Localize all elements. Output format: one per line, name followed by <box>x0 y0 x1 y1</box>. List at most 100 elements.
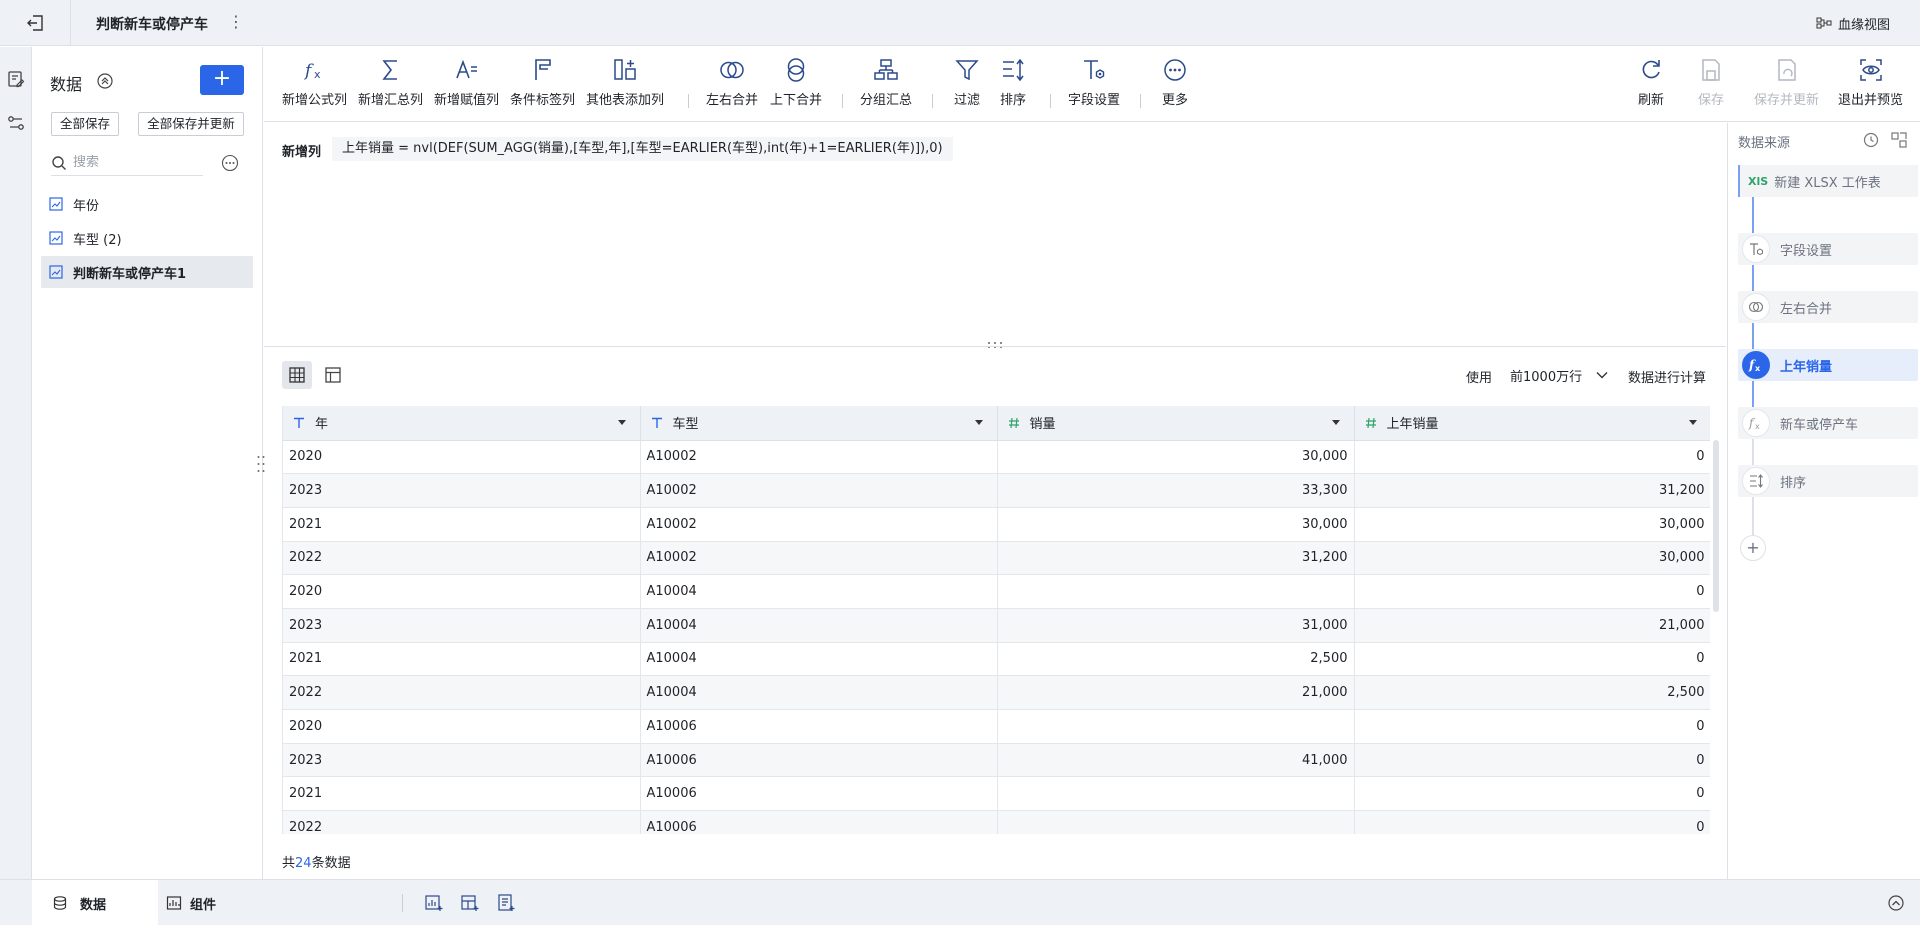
table-cell[interactable]: 2020 <box>283 440 641 475</box>
add-formula-column-button[interactable]: fx 新增公式列 <box>282 57 347 115</box>
table-cell[interactable]: 2022 <box>283 810 641 834</box>
column-header-model[interactable]: 车型 <box>640 406 998 441</box>
merge-up-down-button[interactable]: 上下合并 <box>770 57 822 115</box>
lineage-view-button[interactable]: 血缘视图 <box>1816 12 1890 34</box>
step-merge-lr[interactable]: 左右合并 <box>1738 291 1918 323</box>
table-cell[interactable]: A10006 <box>640 709 998 744</box>
table-cell[interactable]: 30,000 <box>1354 541 1710 576</box>
table-cell[interactable]: A10002 <box>640 440 998 475</box>
column-header-year[interactable]: 年 <box>283 406 641 441</box>
table-cell[interactable]: 2023 <box>283 473 641 508</box>
table-cell[interactable]: 31,200 <box>1354 473 1710 508</box>
table-cell[interactable]: A10006 <box>640 776 998 812</box>
history-icon[interactable] <box>1862 131 1880 149</box>
add-assign-column-button[interactable]: 新增赋值列 <box>434 57 499 115</box>
more-options-icon[interactable] <box>221 154 239 172</box>
add-summary-column-button[interactable]: 新增汇总列 <box>358 57 423 115</box>
table-cell[interactable]: 2021 <box>283 507 641 542</box>
add-from-other-table-button[interactable]: 其他表添加列 <box>586 57 664 115</box>
relation-icon[interactable] <box>6 113 26 133</box>
table-cell[interactable]: 30,000 <box>997 440 1355 475</box>
save-all-button[interactable]: 全部保存 <box>51 112 119 136</box>
table-cell[interactable]: 2,500 <box>1354 675 1710 710</box>
group-summary-button[interactable]: 分组汇总 <box>860 57 912 115</box>
caret-down-icon[interactable] <box>974 419 983 427</box>
add-dashboard-icon[interactable] <box>460 893 480 913</box>
add-table-button[interactable]: + <box>200 65 244 95</box>
table-cell[interactable]: 41,000 <box>997 743 1355 778</box>
condition-tag-column-button[interactable]: 条件标签列 <box>510 57 575 115</box>
table-cell[interactable]: A10004 <box>640 608 998 643</box>
table-cell[interactable] <box>997 776 1355 812</box>
filter-button[interactable]: 过滤 <box>954 57 980 115</box>
table-item-model[interactable]: 车型 (2) <box>41 222 253 254</box>
collapse-up-icon[interactable] <box>95 71 115 91</box>
vertical-scrollbar[interactable] <box>1713 440 1719 612</box>
add-step-button[interactable]: + <box>1740 535 1766 561</box>
table-cell[interactable]: 21,000 <box>997 675 1355 710</box>
panel-resize-handle-icon[interactable] <box>256 454 266 474</box>
table-cell[interactable]: A10006 <box>640 810 998 834</box>
save-update-button[interactable]: 保存并更新 <box>1754 57 1819 115</box>
more-button[interactable]: 更多 <box>1162 57 1188 115</box>
exit-icon[interactable] <box>24 12 48 34</box>
step-field-settings[interactable]: 字段设置 <box>1738 233 1918 265</box>
sort-button[interactable]: 排序 <box>1000 57 1026 115</box>
table-cell[interactable]: 31,000 <box>997 608 1355 643</box>
table-cell[interactable]: 2021 <box>283 776 641 812</box>
search-input[interactable] <box>73 155 193 170</box>
save-button[interactable]: 保存 <box>1698 57 1724 115</box>
table-cell[interactable]: 30,000 <box>1354 507 1710 542</box>
table-cell[interactable]: 2022 <box>283 675 641 710</box>
table-cell[interactable]: 2023 <box>283 743 641 778</box>
table-cell[interactable]: 2022 <box>283 541 641 576</box>
column-header-sales[interactable]: 销量 <box>997 406 1355 441</box>
table-cell[interactable]: 2020 <box>283 574 641 609</box>
table-cell[interactable]: 0 <box>1354 642 1710 677</box>
formula-expression[interactable]: 上年销量 = nvl(DEF(SUM_AGG(销量),[车型,年],[车型=EA… <box>332 137 953 161</box>
source-step[interactable]: XlS 新建 XLSX 工作表 <box>1738 165 1918 197</box>
tab-components[interactable]: 组件 <box>166 880 286 925</box>
table-cell[interactable]: 30,000 <box>997 507 1355 542</box>
field-settings-button[interactable]: 字段设置 <box>1068 57 1120 115</box>
table-cell[interactable]: 2021 <box>283 642 641 677</box>
table-cell[interactable]: A10002 <box>640 473 998 508</box>
table-cell[interactable]: A10002 <box>640 541 998 576</box>
table-cell[interactable]: 0 <box>1354 810 1710 834</box>
table-cell[interactable]: A10004 <box>640 642 998 677</box>
table-cell[interactable]: 0 <box>1354 743 1710 778</box>
caret-down-icon[interactable] <box>1688 419 1697 427</box>
table-cell[interactable] <box>997 574 1355 609</box>
column-header-last-year-sales[interactable]: 上年销量 <box>1354 406 1710 441</box>
grid-view-button[interactable] <box>282 361 312 389</box>
table-cell[interactable]: 31,200 <box>997 541 1355 576</box>
step-sort[interactable]: 排序 <box>1738 465 1918 497</box>
table-cell[interactable]: 0 <box>1354 776 1710 812</box>
step-new-or-discontinued[interactable]: fx 新车或停产车 <box>1738 407 1918 439</box>
table-cell[interactable]: A10002 <box>640 507 998 542</box>
caret-down-icon[interactable] <box>1331 419 1340 427</box>
collapse-up-icon[interactable] <box>1886 893 1906 913</box>
table-cell[interactable] <box>997 709 1355 744</box>
table-cell[interactable]: 0 <box>1354 709 1710 744</box>
table-cell[interactable]: A10006 <box>640 743 998 778</box>
add-report-icon[interactable] <box>496 893 516 913</box>
row-limit-select[interactable]: 前1000万行 <box>1504 361 1614 389</box>
table-item-judge[interactable]: 判断新车或停产车1 <box>41 256 253 288</box>
merge-left-right-button[interactable]: 左右合并 <box>706 57 758 115</box>
table-item-year[interactable]: 年份 <box>41 188 253 220</box>
tab-data[interactable]: 数据 <box>32 880 158 925</box>
layout-view-button[interactable] <box>318 361 348 389</box>
kebab-menu-icon[interactable]: ⋮ <box>228 12 244 34</box>
exit-preview-button[interactable]: 退出并预览 <box>1838 57 1903 115</box>
table-cell[interactable] <box>997 810 1355 834</box>
table-cell[interactable]: A10004 <box>640 574 998 609</box>
table-cell[interactable]: 0 <box>1354 440 1710 475</box>
caret-down-icon[interactable] <box>617 419 626 427</box>
table-cell[interactable]: 33,300 <box>997 473 1355 508</box>
table-cell[interactable]: 21,000 <box>1354 608 1710 643</box>
refresh-button[interactable]: 刷新 <box>1638 57 1664 115</box>
data-edit-icon[interactable] <box>6 69 26 89</box>
table-cell[interactable]: 2020 <box>283 709 641 744</box>
table-cell[interactable]: 0 <box>1354 574 1710 609</box>
